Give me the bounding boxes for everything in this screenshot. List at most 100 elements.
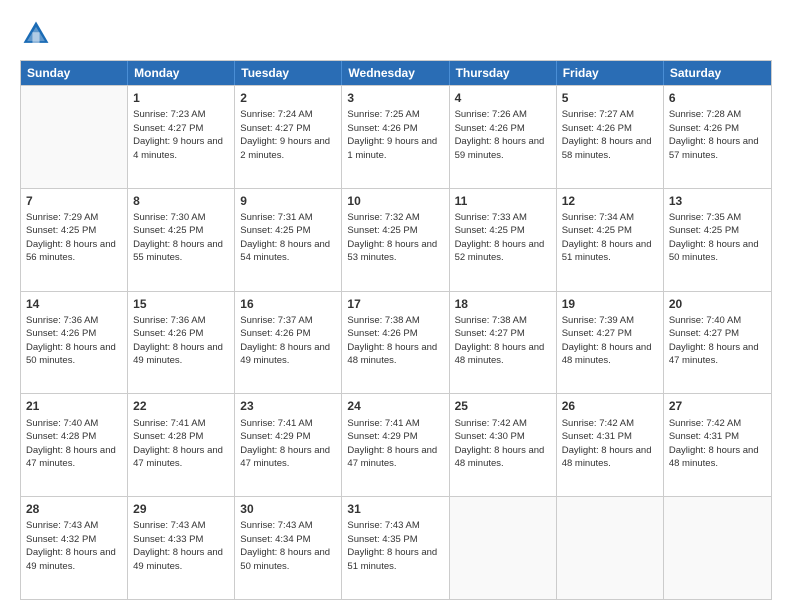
day-number: 6 — [669, 90, 766, 106]
cell-info: Sunrise: 7:30 AM Sunset: 4:25 PM Dayligh… — [133, 212, 223, 264]
day-number: 27 — [669, 398, 766, 414]
cell-info: Sunrise: 7:43 AM Sunset: 4:35 PM Dayligh… — [347, 520, 437, 572]
day-cell-15: 15 Sunrise: 7:36 AM Sunset: 4:26 PM Dayli… — [128, 292, 235, 394]
day-number: 14 — [26, 296, 122, 312]
day-cell-10: 10 Sunrise: 7:32 AM Sunset: 4:25 PM Dayli… — [342, 189, 449, 291]
cell-info: Sunrise: 7:38 AM Sunset: 4:27 PM Dayligh… — [455, 315, 545, 367]
empty-cell — [21, 86, 128, 188]
header-day-saturday: Saturday — [664, 61, 771, 85]
day-cell-17: 17 Sunrise: 7:38 AM Sunset: 4:26 PM Dayli… — [342, 292, 449, 394]
empty-cell — [450, 497, 557, 599]
day-cell-20: 20Sunrise: 7:40 AM Sunset: 4:27 PM Dayli… — [664, 292, 771, 394]
day-cell-27: 27 Sunrise: 7:42 AM Sunset: 4:31 PM Dayli… — [664, 394, 771, 496]
cell-info: Sunrise: 7:38 AM Sunset: 4:26 PM Dayligh… — [347, 315, 437, 367]
day-cell-25: 25Sunrise: 7:42 AM Sunset: 4:30 PM Dayli… — [450, 394, 557, 496]
day-cell-31: 31 Sunrise: 7:43 AM Sunset: 4:35 PM Dayli… — [342, 497, 449, 599]
day-cell-5: 5 Sunrise: 7:27 AM Sunset: 4:26 PM Daylig… — [557, 86, 664, 188]
cell-info: Sunrise: 7:37 AM Sunset: 4:26 PM Dayligh… — [240, 315, 330, 367]
day-number: 1 — [133, 90, 229, 106]
cell-info: Sunrise: 7:29 AM Sunset: 4:25 PM Dayligh… — [26, 212, 116, 264]
cell-info: Sunrise: 7:23 AM Sunset: 4:27 PM Dayligh… — [133, 109, 223, 161]
cell-info: Sunrise: 7:27 AM Sunset: 4:26 PM Dayligh… — [562, 109, 652, 161]
day-cell-18: 18 Sunrise: 7:38 AM Sunset: 4:27 PM Dayli… — [450, 292, 557, 394]
day-cell-21: 21Sunrise: 7:40 AM Sunset: 4:28 PM Dayli… — [21, 394, 128, 496]
cell-info: Sunrise: 7:24 AM Sunset: 4:27 PM Dayligh… — [240, 109, 330, 161]
cell-info: Sunrise: 7:41 AM Sunset: 4:28 PM Dayligh… — [133, 418, 223, 470]
cell-info: Sunrise: 7:42 AM Sunset: 4:31 PM Dayligh… — [669, 418, 759, 470]
day-number: 10 — [347, 193, 443, 209]
cell-info: Sunrise: 7:42 AM Sunset: 4:31 PM Dayligh… — [562, 418, 652, 470]
page: SundayMondayTuesdayWednesdayThursdayFrid… — [0, 0, 792, 612]
day-cell-19: 19 Sunrise: 7:39 AM Sunset: 4:27 PM Dayli… — [557, 292, 664, 394]
day-number: 21 — [26, 398, 122, 414]
day-cell-22: 22 Sunrise: 7:41 AM Sunset: 4:28 PM Dayli… — [128, 394, 235, 496]
cell-info: Sunrise: 7:41 AM Sunset: 4:29 PM Dayligh… — [347, 418, 437, 470]
day-number: 31 — [347, 501, 443, 517]
day-number: 19 — [562, 296, 658, 312]
day-number: 5 — [562, 90, 658, 106]
header-day-thursday: Thursday — [450, 61, 557, 85]
empty-cell — [664, 497, 771, 599]
header — [20, 18, 772, 50]
calendar-row-3: 14 Sunrise: 7:36 AM Sunset: 4:26 PM Dayli… — [21, 291, 771, 394]
day-number: 8 — [133, 193, 229, 209]
day-number: 24 — [347, 398, 443, 414]
day-number: 2 — [240, 90, 336, 106]
calendar-row-2: 7 Sunrise: 7:29 AM Sunset: 4:25 PM Daylig… — [21, 188, 771, 291]
calendar-body: 1 Sunrise: 7:23 AM Sunset: 4:27 PM Daylig… — [21, 85, 771, 599]
day-cell-7: 7 Sunrise: 7:29 AM Sunset: 4:25 PM Daylig… — [21, 189, 128, 291]
day-cell-13: 13Sunrise: 7:35 AM Sunset: 4:25 PM Dayli… — [664, 189, 771, 291]
day-cell-11: 11 Sunrise: 7:33 AM Sunset: 4:25 PM Dayli… — [450, 189, 557, 291]
calendar-row-1: 1 Sunrise: 7:23 AM Sunset: 4:27 PM Daylig… — [21, 85, 771, 188]
day-cell-3: 3 Sunrise: 7:25 AM Sunset: 4:26 PM Daylig… — [342, 86, 449, 188]
cell-info: Sunrise: 7:41 AM Sunset: 4:29 PM Dayligh… — [240, 418, 330, 470]
day-cell-8: 8 Sunrise: 7:30 AM Sunset: 4:25 PM Daylig… — [128, 189, 235, 291]
header-day-tuesday: Tuesday — [235, 61, 342, 85]
logo — [20, 18, 56, 50]
cell-info: Sunrise: 7:43 AM Sunset: 4:34 PM Dayligh… — [240, 520, 330, 572]
cell-info: Sunrise: 7:43 AM Sunset: 4:32 PM Dayligh… — [26, 520, 116, 572]
day-number: 22 — [133, 398, 229, 414]
day-number: 28 — [26, 501, 122, 517]
day-number: 17 — [347, 296, 443, 312]
cell-info: Sunrise: 7:32 AM Sunset: 4:25 PM Dayligh… — [347, 212, 437, 264]
day-number: 4 — [455, 90, 551, 106]
day-number: 7 — [26, 193, 122, 209]
cell-info: Sunrise: 7:39 AM Sunset: 4:27 PM Dayligh… — [562, 315, 652, 367]
header-day-monday: Monday — [128, 61, 235, 85]
day-cell-16: 16Sunrise: 7:37 AM Sunset: 4:26 PM Dayli… — [235, 292, 342, 394]
day-number: 18 — [455, 296, 551, 312]
cell-info: Sunrise: 7:28 AM Sunset: 4:26 PM Dayligh… — [669, 109, 759, 161]
logo-icon — [20, 18, 52, 50]
calendar-row-4: 21Sunrise: 7:40 AM Sunset: 4:28 PM Dayli… — [21, 393, 771, 496]
cell-info: Sunrise: 7:42 AM Sunset: 4:30 PM Dayligh… — [455, 418, 545, 470]
header-day-friday: Friday — [557, 61, 664, 85]
day-cell-28: 28 Sunrise: 7:43 AM Sunset: 4:32 PM Dayli… — [21, 497, 128, 599]
calendar-row-5: 28 Sunrise: 7:43 AM Sunset: 4:32 PM Dayli… — [21, 496, 771, 599]
cell-info: Sunrise: 7:33 AM Sunset: 4:25 PM Dayligh… — [455, 212, 545, 264]
day-cell-6: 6 Sunrise: 7:28 AM Sunset: 4:26 PM Daylig… — [664, 86, 771, 188]
cell-info: Sunrise: 7:36 AM Sunset: 4:26 PM Dayligh… — [133, 315, 223, 367]
day-number: 11 — [455, 193, 551, 209]
cell-info: Sunrise: 7:34 AM Sunset: 4:25 PM Dayligh… — [562, 212, 652, 264]
day-cell-1: 1 Sunrise: 7:23 AM Sunset: 4:27 PM Daylig… — [128, 86, 235, 188]
day-cell-24: 24 Sunrise: 7:41 AM Sunset: 4:29 PM Dayli… — [342, 394, 449, 496]
day-number: 30 — [240, 501, 336, 517]
cell-info: Sunrise: 7:36 AM Sunset: 4:26 PM Dayligh… — [26, 315, 116, 367]
day-cell-30: 30 Sunrise: 7:43 AM Sunset: 4:34 PM Dayli… — [235, 497, 342, 599]
cell-info: Sunrise: 7:25 AM Sunset: 4:26 PM Dayligh… — [347, 109, 437, 161]
empty-cell — [557, 497, 664, 599]
day-cell-26: 26Sunrise: 7:42 AM Sunset: 4:31 PM Dayli… — [557, 394, 664, 496]
day-number: 23 — [240, 398, 336, 414]
day-number: 29 — [133, 501, 229, 517]
day-cell-4: 4Sunrise: 7:26 AM Sunset: 4:26 PM Daylig… — [450, 86, 557, 188]
day-cell-2: 2 Sunrise: 7:24 AM Sunset: 4:27 PM Daylig… — [235, 86, 342, 188]
calendar: SundayMondayTuesdayWednesdayThursdayFrid… — [20, 60, 772, 600]
day-cell-14: 14 Sunrise: 7:36 AM Sunset: 4:26 PM Dayli… — [21, 292, 128, 394]
cell-info: Sunrise: 7:31 AM Sunset: 4:25 PM Dayligh… — [240, 212, 330, 264]
cell-info: Sunrise: 7:43 AM Sunset: 4:33 PM Dayligh… — [133, 520, 223, 572]
day-number: 15 — [133, 296, 229, 312]
header-day-wednesday: Wednesday — [342, 61, 449, 85]
day-cell-29: 29 Sunrise: 7:43 AM Sunset: 4:33 PM Dayli… — [128, 497, 235, 599]
day-number: 3 — [347, 90, 443, 106]
